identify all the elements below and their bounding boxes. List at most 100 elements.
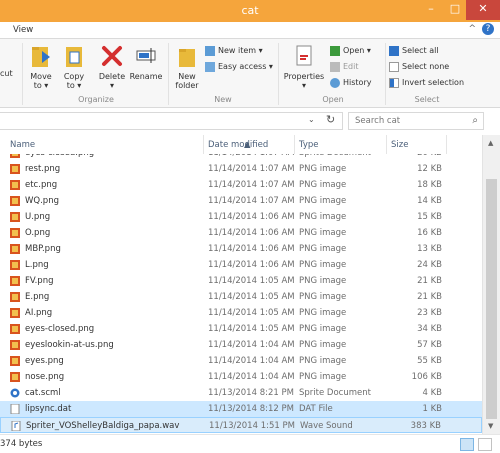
history-icon xyxy=(330,77,340,88)
file-type: PNG image xyxy=(299,228,347,238)
select-none-label: Select none xyxy=(402,62,450,71)
scroll-down-icon[interactable]: ▼ xyxy=(488,422,493,430)
file-type: PNG image xyxy=(299,276,347,286)
file-row[interactable]: O.png 11/14/2014 1:06 AM PNG image 16 KB xyxy=(0,225,482,241)
column-header-name[interactable]: Name xyxy=(10,140,35,150)
file-row[interactable]: U.png 11/14/2014 1:06 AM PNG image 15 KB xyxy=(0,209,482,225)
png-file-icon xyxy=(10,292,20,302)
file-size: 20 KB xyxy=(417,154,442,158)
column-divider[interactable] xyxy=(446,135,447,154)
minimize-button[interactable]: – xyxy=(418,0,444,20)
file-size: 12 KB xyxy=(417,164,442,174)
invert-selection-button[interactable]: Invert selection xyxy=(389,76,464,90)
select-all-button[interactable]: Select all xyxy=(389,44,439,58)
file-row[interactable]: rest.png 11/14/2014 1:07 AM PNG image 12 KB xyxy=(0,161,482,177)
easy-access-button[interactable]: Easy access ▾ xyxy=(205,60,273,74)
maximize-button[interactable]: □ xyxy=(444,0,466,20)
cut-button-partial[interactable]: cut xyxy=(0,69,13,78)
column-divider[interactable] xyxy=(294,135,295,154)
file-row[interactable]: eyes-closed.png 11/14/2014 1:07 AM Sprite … xyxy=(0,154,482,161)
address-dropdown-icon[interactable]: ⌄ xyxy=(308,115,315,124)
column-divider[interactable] xyxy=(386,135,387,154)
new-folder-label-2: folder xyxy=(175,81,199,90)
file-row[interactable]: AI.png 11/14/2014 1:05 AM PNG image 23 KB xyxy=(0,305,482,321)
column-divider[interactable] xyxy=(203,135,204,154)
history-button[interactable]: History xyxy=(330,76,371,90)
column-header-type[interactable]: Type xyxy=(299,140,319,150)
file-row[interactable]: eyeslookin-at-us.png 11/14/2014 1:04 AM PN… xyxy=(0,337,482,353)
file-row[interactable]: WQ.png 11/14/2014 1:07 AM PNG image 14 KB xyxy=(0,193,482,209)
properties-label-2: ▾ xyxy=(301,81,306,90)
file-row[interactable]: E.png 11/14/2014 1:05 AM PNG image 21 KB xyxy=(0,289,482,305)
png-file-icon xyxy=(10,308,20,318)
file-date-modified: 11/14/2014 1:06 AM xyxy=(208,228,295,238)
file-size: 14 KB xyxy=(417,196,442,206)
scrollbar-thumb[interactable] xyxy=(486,179,497,419)
file-date-modified: 11/14/2014 1:07 AM xyxy=(208,154,295,158)
copy-to-icon xyxy=(66,47,82,67)
address-field[interactable] xyxy=(0,112,343,130)
new-folder-button[interactable]: New folder xyxy=(172,43,202,90)
search-icon[interactable]: ⌕ xyxy=(472,115,478,126)
search-placeholder: Search cat xyxy=(355,116,401,126)
file-size: 106 KB xyxy=(411,372,442,382)
new-item-button[interactable]: New item ▾ xyxy=(205,44,263,58)
easy-access-icon xyxy=(205,61,215,72)
file-name: etc.png xyxy=(25,180,58,190)
rename-button[interactable]: Rename xyxy=(129,43,163,81)
scroll-up-icon[interactable]: ▲ xyxy=(488,139,493,147)
file-name: U.png xyxy=(25,212,51,222)
file-name: AI.png xyxy=(25,308,53,318)
file-row[interactable]: lipsync.dat 11/13/2014 8:12 PM DAT File 1 K… xyxy=(0,401,482,417)
details-view-button[interactable] xyxy=(460,438,474,451)
copy-to-label-1: Copy xyxy=(63,72,85,81)
file-date-modified: 11/14/2014 1:05 AM xyxy=(208,308,295,318)
open-button[interactable]: Open ▾ xyxy=(330,44,371,58)
file-date-modified: 11/14/2014 1:05 AM xyxy=(208,292,295,302)
file-row[interactable]: Spriter_VOShelleyBaldiga_papa.wav 11/13/2… xyxy=(0,417,482,433)
file-size: 23 KB xyxy=(417,308,442,318)
search-input[interactable]: Search cat ⌕ xyxy=(348,112,484,130)
delete-button[interactable]: Delete ▾ xyxy=(96,43,128,90)
vertical-scrollbar[interactable]: ▲ ▼ xyxy=(482,135,500,434)
ribbon: cut Move to ▾ Copy to ▾ Delete ▾ Rename … xyxy=(0,38,500,108)
column-header-size[interactable]: Size xyxy=(391,140,408,150)
file-row[interactable]: eyes-closed.png 11/14/2014 1:05 AM PNG ima… xyxy=(0,321,482,337)
select-none-button[interactable]: Select none xyxy=(389,60,449,74)
file-size: 21 KB xyxy=(417,292,442,302)
file-name: cat.scml xyxy=(25,388,61,398)
help-icon[interactable]: ? xyxy=(482,23,494,35)
open-icon xyxy=(330,45,340,56)
copy-to-button[interactable]: Copy to ▾ xyxy=(60,43,88,90)
edit-icon xyxy=(330,61,340,72)
file-row[interactable]: FV.png 11/14/2014 1:05 AM PNG image 21 KB xyxy=(0,273,482,289)
easy-access-label: Easy access ▾ xyxy=(218,62,273,71)
properties-button[interactable]: Properties ▾ xyxy=(283,43,325,90)
png-file-icon xyxy=(10,340,20,350)
edit-button[interactable]: Edit xyxy=(330,60,359,74)
png-file-icon xyxy=(10,244,20,254)
file-name: eyes-closed.png xyxy=(25,324,95,334)
close-button[interactable]: ✕ xyxy=(466,0,500,20)
png-file-icon xyxy=(10,164,20,174)
png-file-icon xyxy=(10,180,20,190)
file-date-modified: 11/14/2014 1:05 AM xyxy=(208,324,295,334)
ribbon-collapse-icon[interactable]: ^ xyxy=(468,24,476,34)
move-to-button[interactable]: Move to ▾ xyxy=(27,43,55,90)
file-size: 15 KB xyxy=(417,212,442,222)
file-name: WQ.png xyxy=(25,196,59,206)
file-row[interactable]: cat.scml 11/13/2014 8:21 PM Sprite Documen… xyxy=(0,385,482,401)
file-row[interactable]: MBP.png 11/14/2014 1:06 AM PNG image 13 KB xyxy=(0,241,482,257)
file-row[interactable]: etc.png 11/14/2014 1:07 AM PNG image 18 KB xyxy=(0,177,482,193)
column-header-date[interactable]: Date modified xyxy=(208,140,268,150)
file-type: PNG image xyxy=(299,308,347,318)
file-type: Sprite Document xyxy=(299,388,371,398)
file-row[interactable]: eyes.png 11/14/2014 1:04 AM PNG image 55 KB xyxy=(0,353,482,369)
file-row[interactable]: nose.png 11/14/2014 1:04 AM PNG image 106 K… xyxy=(0,369,482,385)
refresh-icon[interactable]: ↻ xyxy=(326,113,335,126)
move-to-label-1: Move xyxy=(30,72,52,81)
tab-view[interactable]: View xyxy=(13,25,33,35)
file-row[interactable]: L.png 11/14/2014 1:06 AM PNG image 24 KB xyxy=(0,257,482,273)
large-icons-view-button[interactable] xyxy=(478,438,492,451)
copy-to-label-2: to ▾ xyxy=(66,81,82,90)
